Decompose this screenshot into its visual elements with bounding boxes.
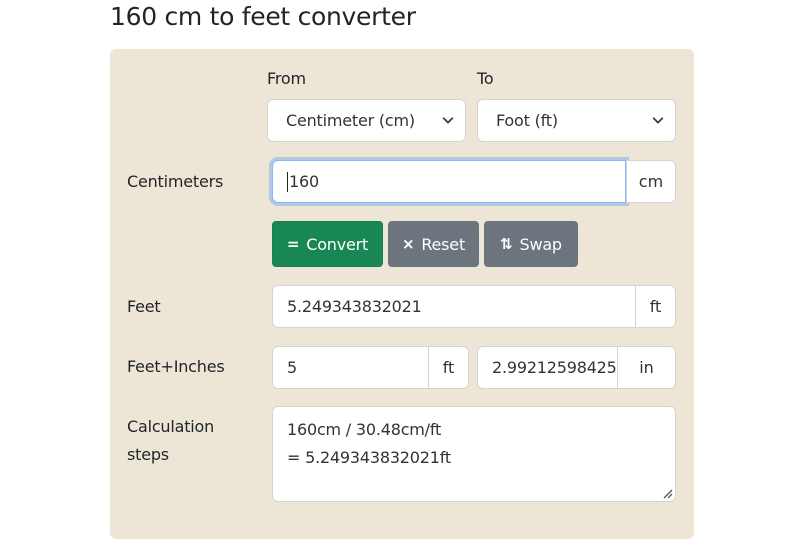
centimeters-input[interactable]: 160 xyxy=(272,160,626,203)
swap-label: Swap xyxy=(519,234,562,254)
from-unit-select[interactable]: Centimeter (cm) xyxy=(267,99,466,142)
swap-button[interactable]: ⇅ Swap xyxy=(484,221,578,267)
ft-unit-addon: ft xyxy=(635,285,676,328)
from-unit-value: Centimeter (cm) xyxy=(286,111,415,130)
feet-inches-label: Feet+Inches xyxy=(127,357,225,376)
to-label: To xyxy=(477,69,494,88)
chevron-down-icon xyxy=(652,117,664,124)
centimeters-value: 160 xyxy=(289,172,319,191)
from-label: From xyxy=(267,69,306,88)
reset-button[interactable]: × Reset xyxy=(388,221,479,267)
calculation-steps-textarea[interactable]: 160cm / 30.48cm/ft = 5.249343832021ft xyxy=(272,406,676,502)
chevron-down-icon xyxy=(442,117,454,124)
close-icon: × xyxy=(401,235,415,253)
page-title: 160 cm to feet converter xyxy=(110,2,416,31)
calculation-steps-label-line2: steps xyxy=(127,445,169,464)
feet-value: 5.249343832021 xyxy=(287,297,422,316)
centimeters-label: Centimeters xyxy=(127,172,224,191)
convert-button[interactable]: = Convert xyxy=(272,221,383,267)
to-unit-select[interactable]: Foot (ft) xyxy=(477,99,676,142)
steps-line-1: 160cm / 30.48cm/ft xyxy=(287,420,442,439)
inches-unit-addon: in xyxy=(617,346,676,389)
convert-label: Convert xyxy=(306,234,369,254)
inches-part-output[interactable]: 2.992125984252 xyxy=(477,346,627,389)
converter-card: From To Centimeter (cm) Foot (ft) Centim… xyxy=(110,49,694,539)
cm-unit-addon: cm xyxy=(626,160,676,203)
resize-grip-icon[interactable] xyxy=(661,487,673,499)
steps-line-2: = 5.249343832021ft xyxy=(287,448,451,467)
equals-icon: = xyxy=(286,235,300,253)
feet-part-value: 5 xyxy=(287,358,297,377)
to-unit-value: Foot (ft) xyxy=(496,111,558,130)
text-caret xyxy=(287,171,288,192)
calculation-steps-label-line1: Calculation xyxy=(127,417,215,436)
feet-part-unit-addon: ft xyxy=(428,346,469,389)
feet-output[interactable]: 5.249343832021 xyxy=(272,285,636,328)
feet-part-output[interactable]: 5 xyxy=(272,346,429,389)
swap-arrows-icon: ⇅ xyxy=(500,235,513,253)
feet-label: Feet xyxy=(127,297,161,316)
reset-label: Reset xyxy=(421,234,466,254)
inches-part-value: 2.992125984252 xyxy=(492,358,627,377)
